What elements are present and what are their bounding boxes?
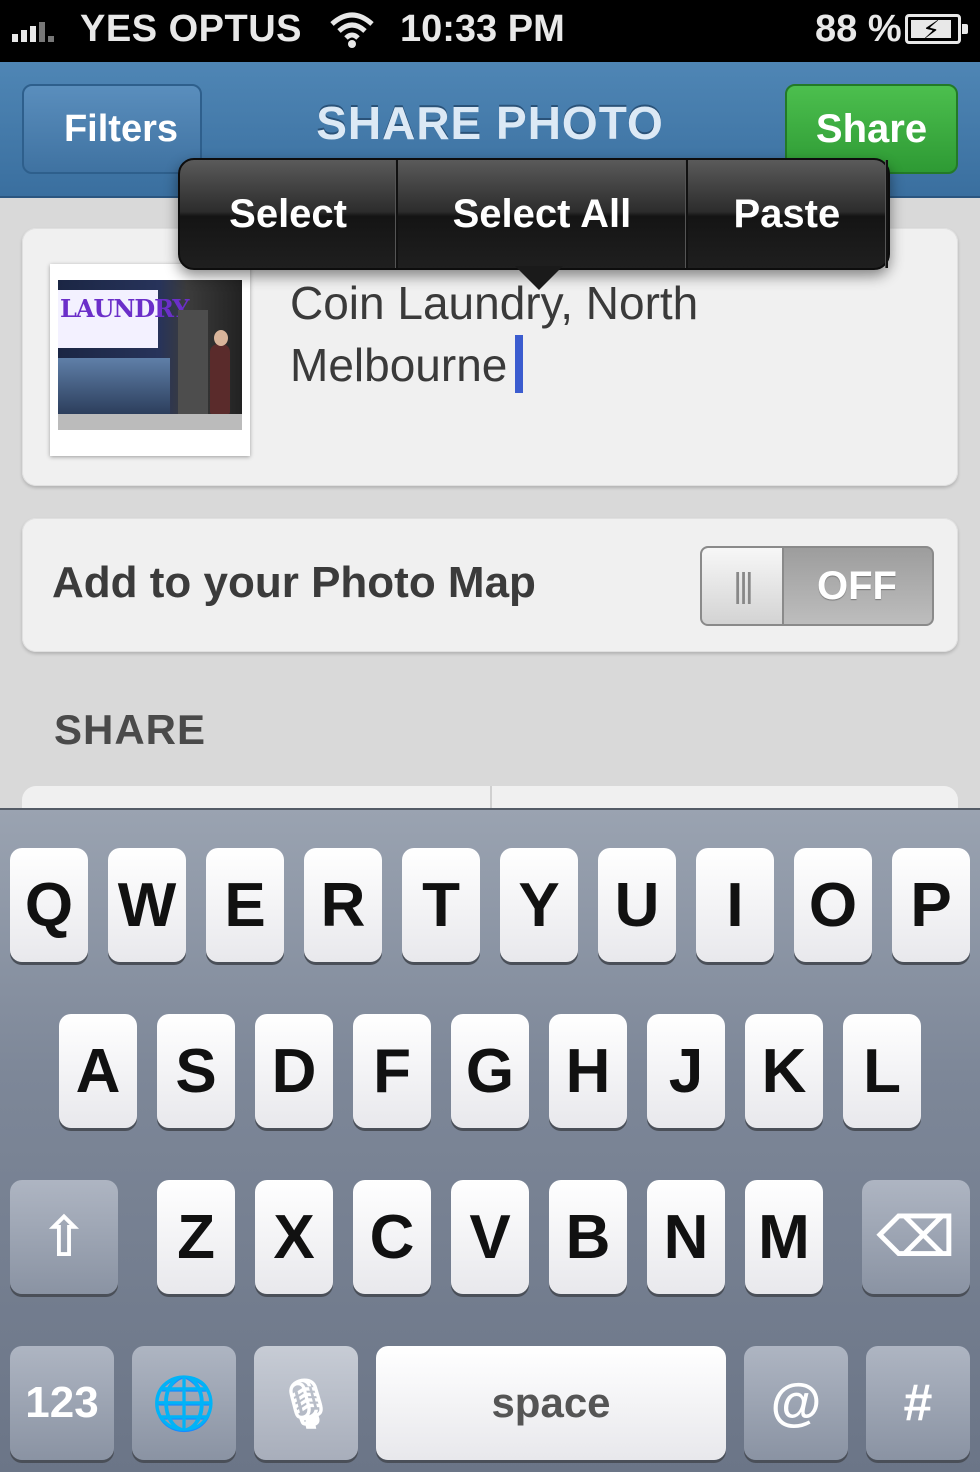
thumbnail-sign-text: LAUNDRY: [60, 294, 190, 323]
key-p[interactable]: P: [892, 848, 970, 962]
key-m[interactable]: M: [745, 1180, 823, 1294]
at-key[interactable]: @: [744, 1346, 848, 1460]
wifi-icon: [330, 10, 374, 60]
popup-arrow: [515, 266, 563, 290]
key-t[interactable]: T: [402, 848, 480, 962]
key-s[interactable]: S: [157, 1014, 235, 1128]
key-o[interactable]: O: [794, 848, 872, 962]
photo-map-label: Add to your Photo Map: [52, 558, 536, 607]
space-bar[interactable]: space: [376, 1346, 726, 1460]
key-n[interactable]: N: [647, 1180, 725, 1294]
numbers-key[interactable]: 123: [10, 1346, 114, 1460]
key-l[interactable]: L: [843, 1014, 921, 1128]
status-bar: YES OPTUS 10:33 PM 88 % ⚡: [0, 0, 980, 62]
toggle-knob: |||: [702, 548, 784, 624]
photo-map-card: Add to your Photo Map ||| OFF: [22, 518, 958, 652]
key-a[interactable]: A: [59, 1014, 137, 1128]
hash-key[interactable]: #: [866, 1346, 970, 1460]
photo-map-toggle[interactable]: ||| OFF: [700, 546, 934, 626]
key-v[interactable]: V: [451, 1180, 529, 1294]
microphone-key[interactable]: 🎙: [254, 1346, 358, 1460]
key-u[interactable]: U: [598, 848, 676, 962]
text-cursor: [515, 335, 524, 393]
key-r[interactable]: R: [304, 848, 382, 962]
key-x[interactable]: X: [255, 1180, 333, 1294]
keyboard: Q W E R T Y U I O P A S D F G H J K L ⇧ …: [0, 808, 980, 1472]
key-j[interactable]: J: [647, 1014, 725, 1128]
share-section-header: SHARE: [54, 706, 207, 753]
key-b[interactable]: B: [549, 1180, 627, 1294]
battery-charging-icon: ⚡: [905, 14, 968, 45]
key-c[interactable]: C: [353, 1180, 431, 1294]
caption-line-2: Melbourne: [290, 339, 508, 391]
caption-line-1: Coin Laundry, North: [290, 277, 699, 329]
select-all-menu-item[interactable]: Select All: [398, 160, 688, 268]
key-i[interactable]: I: [696, 848, 774, 962]
key-z[interactable]: Z: [157, 1180, 235, 1294]
key-k[interactable]: K: [745, 1014, 823, 1128]
key-e[interactable]: E: [206, 848, 284, 962]
status-time: 10:33 PM: [400, 8, 565, 50]
globe-key[interactable]: 🌐: [132, 1346, 236, 1460]
paste-menu-item[interactable]: Paste: [688, 160, 889, 268]
edit-menu-popup: Select Select All Paste: [178, 158, 890, 290]
caption-input[interactable]: Coin Laundry, North Melbourne: [290, 272, 930, 396]
photo-thumbnail: LAUNDRY: [50, 264, 250, 456]
select-menu-item[interactable]: Select: [180, 160, 399, 268]
carrier-name: YES OPTUS: [80, 8, 302, 50]
key-h[interactable]: H: [549, 1014, 627, 1128]
signal-strength-icon: [12, 0, 58, 62]
key-y[interactable]: Y: [500, 848, 578, 962]
key-q[interactable]: Q: [10, 848, 88, 962]
key-g[interactable]: G: [451, 1014, 529, 1128]
battery-percent: 88 %: [815, 8, 902, 50]
key-w[interactable]: W: [108, 848, 186, 962]
key-d[interactable]: D: [255, 1014, 333, 1128]
delete-key[interactable]: ⌫: [862, 1180, 970, 1294]
toggle-state-label: OFF: [817, 563, 897, 608]
shift-key[interactable]: ⇧: [10, 1180, 118, 1294]
key-f[interactable]: F: [353, 1014, 431, 1128]
